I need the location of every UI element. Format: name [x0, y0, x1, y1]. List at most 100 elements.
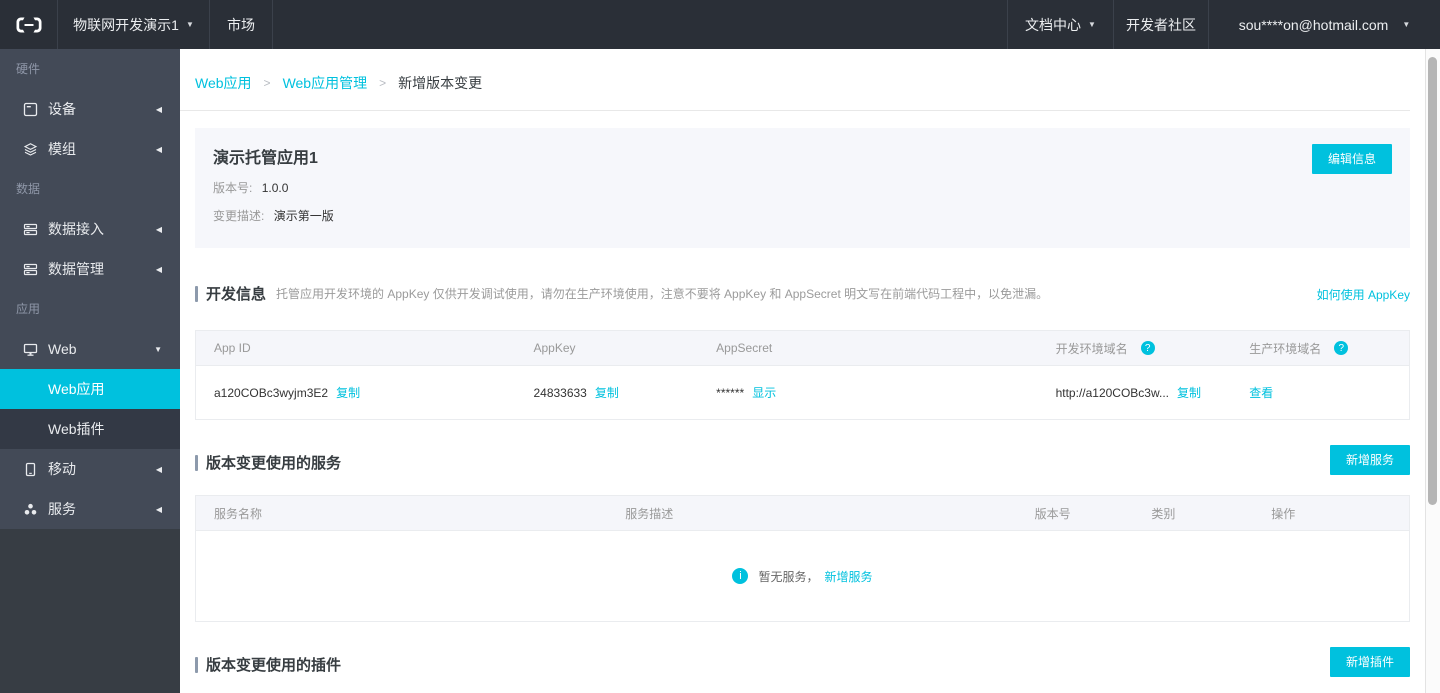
layers-icon [22, 141, 38, 157]
app-title: 演示托管应用1 [213, 144, 1392, 168]
group-icon [22, 501, 38, 517]
breadcrumb-current: 新增版本变更 [398, 73, 482, 93]
nav-doc-center[interactable]: 文档中心 ▼ [1008, 0, 1113, 49]
chevron-down-icon: ▼ [186, 21, 194, 29]
nav-market-label: 市场 [227, 15, 255, 35]
scrollbar-thumb[interactable] [1428, 57, 1437, 505]
col-dev-domain: 开发环境域名? [1038, 340, 1232, 357]
app-key-value: 24833633 [533, 386, 586, 400]
help-icon[interactable]: ? [1141, 341, 1155, 355]
breadcrumb-divider [180, 110, 1410, 111]
empty-text: 暂无服务， [758, 568, 818, 585]
brackets-logo-icon [15, 16, 43, 34]
alibaba-cloud-logo[interactable] [0, 0, 57, 49]
add-service-button[interactable]: 新增服务 [1330, 445, 1410, 475]
sidebar-item-device[interactable]: 设备 ◀ [0, 89, 180, 129]
database-icon [22, 261, 38, 277]
copy-app-key-link[interactable]: 复制 [595, 384, 619, 401]
dev-info-table: App ID AppKey AppSecret 开发环境域名? 生产环境域名? … [195, 330, 1410, 420]
app-info-card: 演示托管应用1 版本号: 1.0.0 变更描述: 演示第一版 编辑信息 [195, 128, 1410, 248]
chevron-down-icon: ▼ [1402, 21, 1410, 29]
services-title: 版本变更使用的服务 [206, 452, 341, 473]
sidebar-section-app: 应用 [0, 289, 180, 329]
sidebar-item-data-access[interactable]: 数据接入 ◀ [0, 209, 180, 249]
cell-app-key: 24833633 复制 [515, 384, 698, 401]
smartphone-icon [22, 461, 38, 477]
sidebar-item-module[interactable]: 模组 ◀ [0, 129, 180, 169]
account-email: sou****on@hotmail.com [1239, 17, 1389, 33]
sidebar: 硬件 设备 ◀ 模组 ◀ 数据 数据接入 [0, 49, 180, 693]
sidebar-item-label: 移动 [48, 459, 76, 479]
add-plugin-button[interactable]: 新增插件 [1330, 647, 1410, 677]
main-content: Web应用 > Web应用管理 > 新增版本变更 演示托管应用1 版本号: 1.… [180, 49, 1440, 693]
chevron-left-icon: ◀ [156, 145, 162, 154]
nav-doc-center-label: 文档中心 [1025, 15, 1081, 35]
services-table-header: 服务名称 服务描述 版本号 类别 操作 [196, 495, 1409, 531]
version-line: 版本号: 1.0.0 [213, 179, 1392, 196]
sidebar-item-label: 数据管理 [48, 259, 104, 279]
iot-console-screen: 物联网开发演示1 ▼ 市场 文档中心 ▼ 开发者社区 sou****on@hot… [0, 0, 1440, 693]
sidebar-item-data-mgmt[interactable]: 数据管理 ◀ [0, 249, 180, 289]
topbar: 物联网开发演示1 ▼ 市场 文档中心 ▼ 开发者社区 sou****on@hot… [0, 0, 1440, 49]
app-id-value: a120COBc3wyjm3E2 [214, 386, 328, 400]
breadcrumb-web-app-mgmt[interactable]: Web应用管理 [283, 73, 368, 93]
sidebar-item-web-app[interactable]: Web应用 [0, 369, 180, 409]
copy-app-id-link[interactable]: 复制 [336, 384, 360, 401]
edit-info-button[interactable]: 编辑信息 [1312, 144, 1392, 174]
nav-dev-community-label: 开发者社区 [1126, 15, 1196, 35]
section-bar [195, 657, 198, 673]
sidebar-item-label: 数据接入 [48, 219, 104, 239]
col-service-desc: 服务描述 [607, 505, 1016, 522]
col-service-actions: 操作 [1253, 505, 1409, 522]
version-value: 1.0.0 [262, 181, 289, 195]
database-icon [22, 221, 38, 237]
nav-dev-community[interactable]: 开发者社区 [1114, 0, 1208, 49]
cell-app-id: a120COBc3wyjm3E2 复制 [196, 384, 515, 401]
chevron-left-icon: ◀ [156, 265, 162, 274]
col-prod-domain: 生产环境域名? [1231, 340, 1409, 357]
empty-add-service-link[interactable]: 新增服务 [825, 568, 873, 585]
project-selector-label: 物联网开发演示1 [73, 15, 179, 35]
sidebar-item-web-plugin[interactable]: Web插件 [0, 409, 180, 449]
cell-app-secret: ****** 显示 [698, 384, 1037, 401]
sidebar-item-mobile[interactable]: 移动 ◀ [0, 449, 180, 489]
dev-info-header: 开发信息 托管应用开发环境的 AppKey 仅供开发调试使用，请勿在生产环境使用… [195, 283, 1048, 304]
services-header: 版本变更使用的服务 [195, 452, 341, 473]
sidebar-item-label: 服务 [48, 499, 76, 519]
dev-info-table-row: a120COBc3wyjm3E2 复制 24833633 复制 ****** 显… [196, 366, 1409, 419]
appkey-help-link[interactable]: 如何使用 AppKey [1317, 286, 1410, 303]
project-selector[interactable]: 物联网开发演示1 ▼ [58, 0, 209, 49]
breadcrumb-separator: > [379, 76, 386, 90]
breadcrumb-web-app[interactable]: Web应用 [195, 73, 252, 93]
chevron-left-icon: ◀ [156, 505, 162, 514]
col-service-category: 类别 [1133, 505, 1253, 522]
desc-label: 变更描述: [213, 209, 264, 223]
plugins-header: 版本变更使用的插件 [195, 654, 341, 675]
chevron-down-icon: ▼ [154, 345, 162, 354]
plugins-title: 版本变更使用的插件 [206, 654, 341, 675]
col-prod-domain-label: 生产环境域名 [1249, 340, 1321, 357]
sidebar-section-data: 数据 [0, 169, 180, 209]
cell-dev-domain: http://a120COBc3w... 复制 [1038, 384, 1232, 401]
vertical-scrollbar[interactable] [1425, 49, 1440, 693]
col-dev-domain-label: 开发环境域名 [1056, 340, 1128, 357]
sidebar-section-hardware: 硬件 [0, 49, 180, 89]
dev-domain-value: http://a120COBc3w... [1056, 386, 1169, 400]
col-service-version: 版本号 [1017, 505, 1134, 522]
help-icon[interactable]: ? [1334, 341, 1348, 355]
view-prod-domain-link[interactable]: 查看 [1249, 384, 1273, 401]
nav-market[interactable]: 市场 [210, 0, 272, 49]
chevron-left-icon: ◀ [156, 465, 162, 474]
sidebar-item-service[interactable]: 服务 ◀ [0, 489, 180, 529]
dev-info-title: 开发信息 [206, 283, 266, 304]
version-label: 版本号: [213, 181, 252, 195]
sidebar-item-web[interactable]: Web ▼ [0, 329, 180, 369]
breadcrumb-separator: > [264, 76, 271, 90]
col-app-id: App ID [196, 341, 515, 355]
copy-dev-domain-link[interactable]: 复制 [1177, 384, 1201, 401]
services-empty-state: i 暂无服务， 新增服务 [196, 531, 1409, 621]
show-secret-link[interactable]: 显示 [752, 384, 776, 401]
account-menu[interactable]: sou****on@hotmail.com ▼ [1209, 0, 1440, 49]
sidebar-item-label: 模组 [48, 139, 76, 159]
desc-line: 变更描述: 演示第一版 [213, 207, 1392, 224]
